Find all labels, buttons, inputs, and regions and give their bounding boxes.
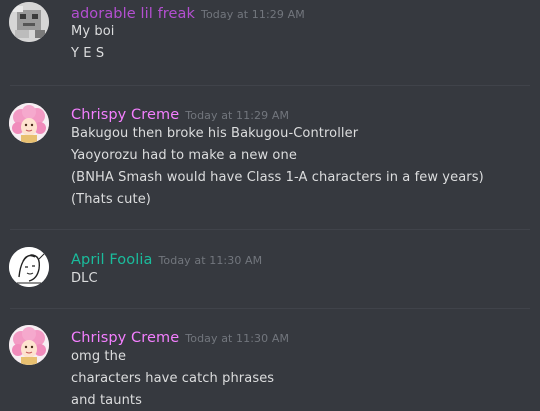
username[interactable]: Chrispy Creme xyxy=(71,330,179,346)
timestamp: Today at 11:30 AM xyxy=(185,332,290,345)
message-text: characters have catch phrases xyxy=(71,371,275,386)
message-text: Bakugou then broke his Bakugou-Controlle… xyxy=(71,126,359,141)
message-text: omg the xyxy=(71,349,127,364)
username[interactable]: adorable lil freak xyxy=(71,6,195,22)
message-text: Yaoyorozu had to make a new one xyxy=(71,148,297,163)
pink-hair-avatar-icon[interactable] xyxy=(9,103,49,143)
message-text: and taunts xyxy=(71,393,143,408)
message-text: My boi xyxy=(71,24,115,39)
pixel-character-avatar-icon[interactable] xyxy=(9,2,49,42)
timestamp: Today at 11:30 AM xyxy=(158,254,263,267)
message-divider xyxy=(10,229,530,230)
message-text: (Thats cute) xyxy=(71,192,151,207)
message-divider xyxy=(10,308,530,309)
timestamp: Today at 11:29 AM xyxy=(201,8,305,21)
message-divider xyxy=(10,85,530,86)
sketch-character-avatar-icon[interactable] xyxy=(9,247,49,287)
username[interactable]: April Foolia xyxy=(71,252,152,268)
message-text: DLC xyxy=(71,271,98,286)
message-text: (BNHA Smash would have Class 1-A charact… xyxy=(71,170,484,185)
timestamp: Today at 11:29 AM xyxy=(185,109,290,122)
message-text: Y E S xyxy=(71,46,105,61)
username[interactable]: Chrispy Creme xyxy=(71,107,179,123)
pink-hair-avatar-icon[interactable] xyxy=(9,325,49,365)
